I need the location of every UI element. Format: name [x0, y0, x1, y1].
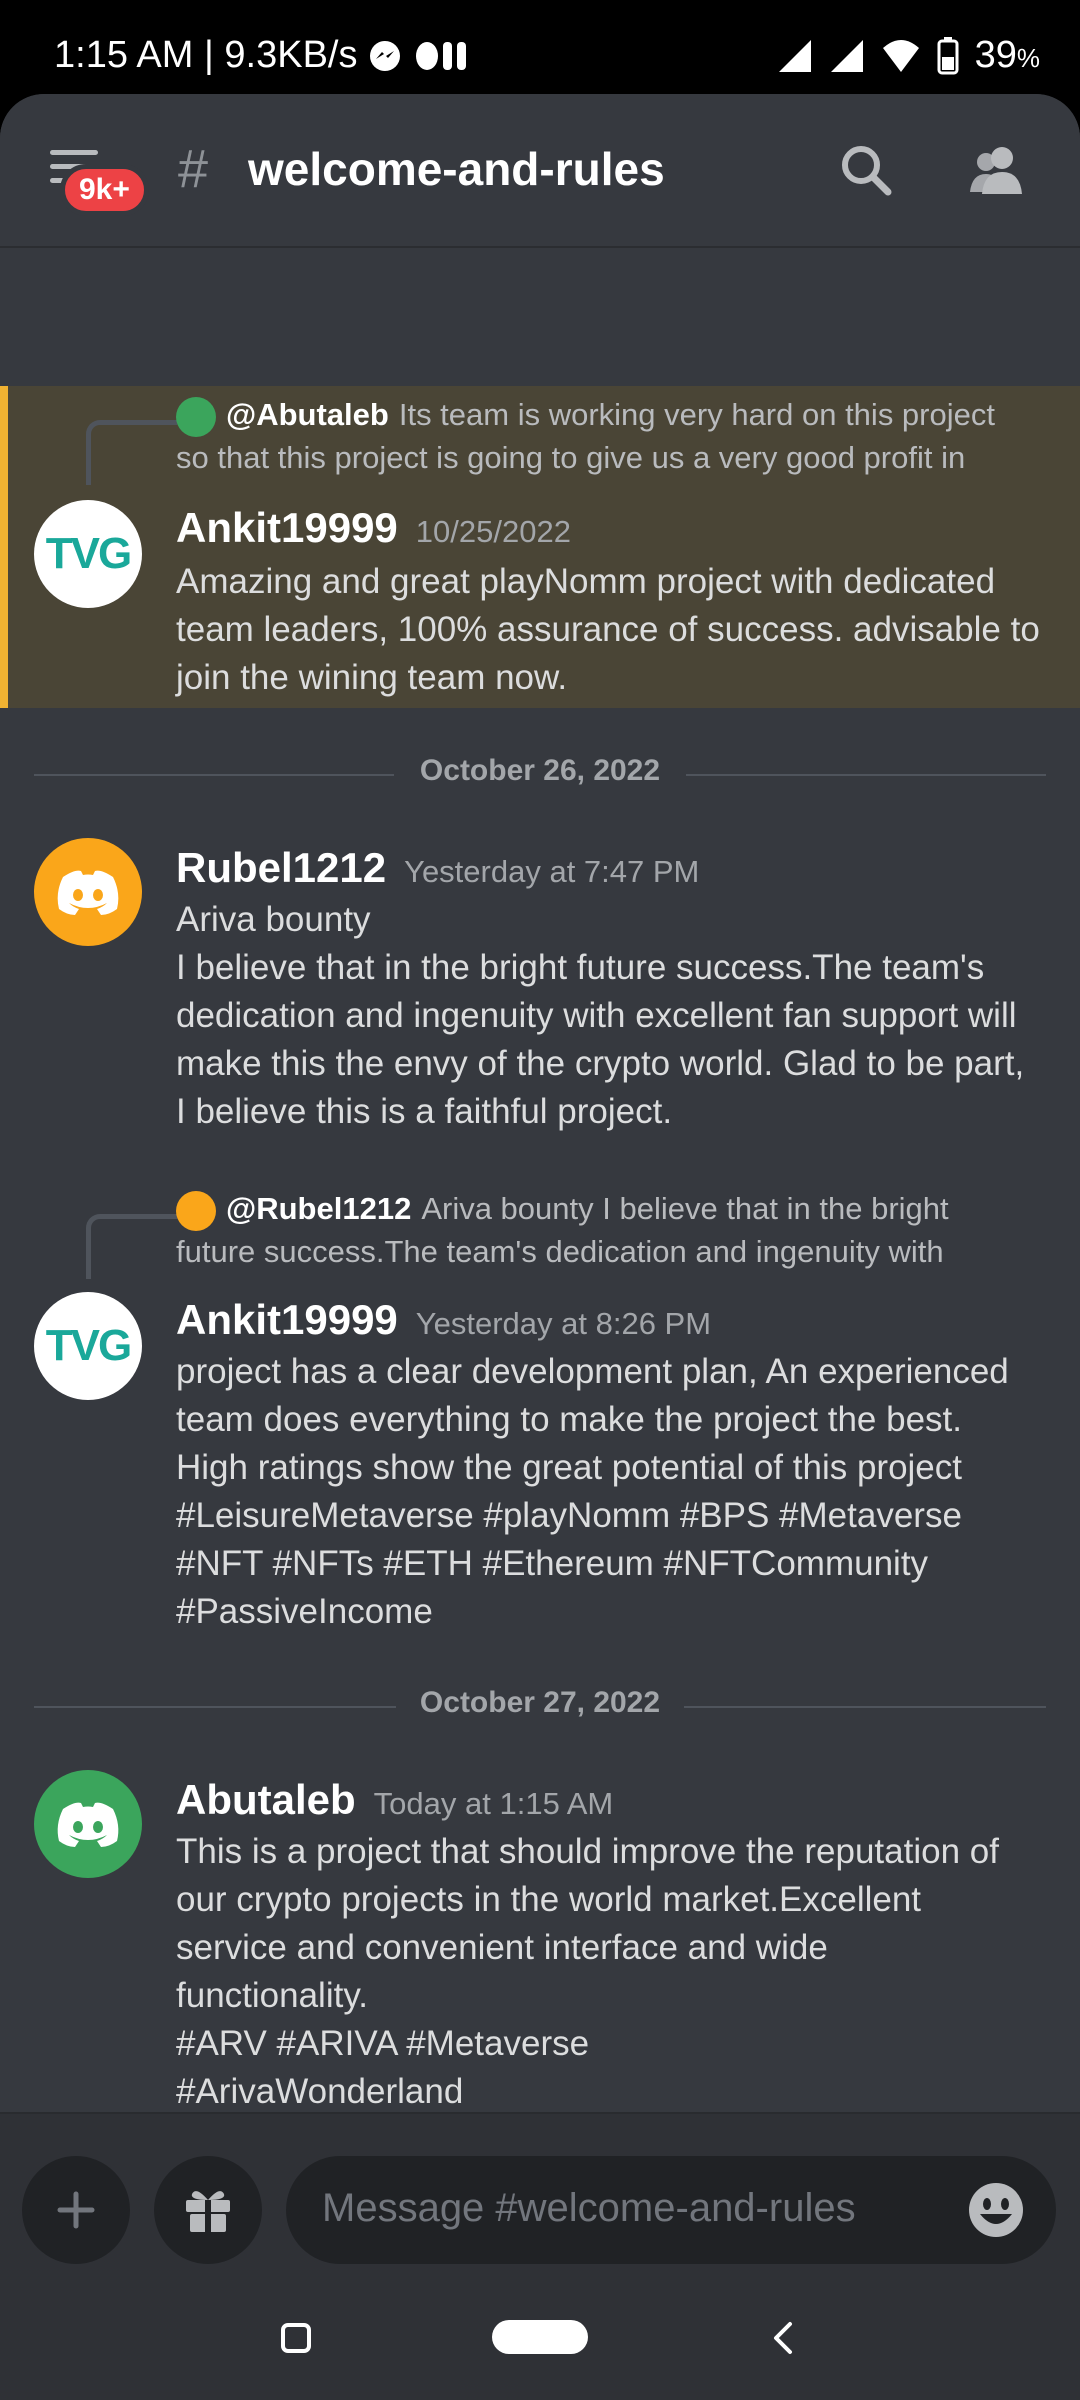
search-icon[interactable] [836, 140, 896, 200]
reply-mention: @Rubel1212 [226, 1191, 412, 1226]
discord-icon [57, 1802, 119, 1847]
message-line: Amazing and great playNomm project with … [176, 562, 996, 601]
message-list: @Abutaleb Its team is working very hard o… [0, 292, 1080, 2112]
date-divider-label: October 26, 2022 [419, 754, 661, 787]
reply-mention: @Abutaleb [226, 397, 389, 432]
reply-preview-line-1: Ariva bounty I believe that in the brigh… [421, 1191, 949, 1226]
message-timestamp: Today at 1:15 AM [373, 1786, 614, 1821]
battery-unit: % [1016, 43, 1040, 73]
message-body: This is a project that should improve th… [176, 1828, 1056, 2116]
android-nav-bar [0, 2272, 1080, 2400]
message-line: functionality. [176, 1976, 368, 2015]
message-line: Ariva bounty [176, 900, 371, 939]
battery-value: 39 [974, 34, 1017, 76]
message-line: make this the envy of the crypto world. … [176, 1044, 1025, 1083]
plus-icon [57, 2191, 95, 2229]
message-line: This is a project that should improve th… [176, 1832, 999, 1871]
status-right: 39% [777, 34, 1040, 77]
author-name[interactable]: Rubel1212 [176, 844, 386, 891]
status-time: 1:15 AM | 9.3KB/s [54, 34, 358, 76]
avatar[interactable]: TVG [34, 1292, 142, 1400]
status-bar: 1:15 AM | 9.3KB/s 39% [0, 0, 1080, 94]
home-pill-icon[interactable] [492, 2320, 588, 2354]
reply-preview-line-2: so that this project is going to give us… [176, 439, 966, 475]
add-attachment-button[interactable] [22, 2156, 130, 2264]
message-author-row: Ankit19999 Yesterday at 8:26 PM [176, 1296, 711, 1344]
message-line: #PassiveIncome [176, 1592, 433, 1631]
message-line: dedication and ingenuity with excellent … [176, 996, 1017, 1035]
reply-preview-line-2: future success.The team's dedication and… [176, 1233, 944, 1269]
battery-icon [937, 36, 959, 74]
date-divider-label: October 27, 2022 [419, 1686, 661, 1719]
message-line: team leaders, 100% assurance of success.… [176, 610, 1040, 649]
message-line: our crypto projects in the world market.… [176, 1880, 922, 1919]
signal-icon-2 [830, 39, 863, 72]
status-left: 1:15 AM | 9.3KB/s [54, 34, 469, 77]
discord-icon [176, 1190, 216, 1231]
message-line: I believe this is a faithful project. [176, 1092, 673, 1131]
battery-level: 39% [975, 34, 1040, 77]
message-line: #ARV #ARIVA #Metaverse [176, 2024, 590, 2063]
message-1[interactable]: @Abutaleb Its team is working very hard o… [0, 386, 1080, 708]
notification-dots-icon [416, 41, 467, 70]
author-name[interactable]: Ankit19999 [176, 504, 398, 551]
message-3[interactable]: @Rubel1212 Ariva bounty I believe that in… [0, 1180, 1080, 1631]
discord-icon [176, 396, 216, 437]
discord-app: 9k+ # welcome-and-rules @Abutaleb Its tea… [0, 94, 1080, 2400]
message-line: team does everything to make the project… [176, 1400, 962, 1439]
wifi-icon [882, 39, 919, 72]
message-line: join the wining team now. [176, 658, 568, 697]
message-timestamp: 10/25/2022 [415, 514, 571, 549]
message-author-row: Ankit19999 10/25/2022 [176, 504, 571, 552]
message-2[interactable]: Rubel1212 Yesterday at 7:47 PM Ariva boun… [0, 832, 1080, 1132]
messenger-icon [370, 40, 401, 71]
members-icon[interactable] [966, 140, 1026, 200]
message-body: Amazing and great playNomm project with … [176, 558, 1056, 702]
unread-badge: 9k+ [60, 164, 149, 216]
date-divider: October 27, 2022 [34, 1686, 1046, 1726]
avatar[interactable] [34, 1770, 142, 1878]
back-icon[interactable] [768, 2320, 798, 2356]
message-author-row: Abutaleb Today at 1:15 AM [176, 1776, 613, 1824]
message-line: #NFT #NFTs #ETH #Ethereum #NFTCommunity [176, 1544, 929, 1583]
message-4[interactable]: Abutaleb Today at 1:15 AM This is a proje… [0, 1768, 1080, 2111]
date-divider: October 26, 2022 [34, 754, 1046, 794]
avatar-text: TVG [45, 529, 132, 578]
message-timestamp: Yesterday at 7:47 PM [404, 854, 700, 889]
message-line: High ratings show the great potential of… [176, 1448, 962, 1487]
author-name[interactable]: Ankit19999 [176, 1296, 398, 1343]
message-author-row: Rubel1212 Yesterday at 7:47 PM [176, 844, 699, 892]
message-body: Ariva bounty I believe that in the brigh… [176, 896, 1056, 1136]
message-line: #ArivaWonderland [176, 2072, 464, 2111]
author-name[interactable]: Abutaleb [176, 1776, 356, 1823]
emoji-icon[interactable] [966, 2180, 1026, 2240]
reply-preview[interactable]: @Rubel1212 Ariva bounty I believe that in… [176, 1188, 1046, 1273]
message-composer: Message #welcome-and-rules [0, 2112, 1080, 2274]
reply-preview-line-1: Its team is working very hard on this pr… [398, 397, 995, 432]
channel-hash-icon: # [178, 139, 209, 199]
recent-apps-icon[interactable] [280, 2322, 312, 2354]
discord-icon [57, 870, 119, 915]
avatar-text: TVG [45, 1321, 132, 1370]
message-body: project has a clear development plan, An… [176, 1348, 1056, 1636]
message-line: #LeisureMetaverse #playNomm #BPS #Metave… [176, 1496, 962, 1535]
message-timestamp: Yesterday at 8:26 PM [415, 1306, 712, 1341]
reply-preview[interactable]: @Abutaleb Its team is working very hard o… [176, 394, 1046, 479]
reply-connector [86, 1214, 177, 1279]
reply-connector [86, 420, 177, 485]
gift-button[interactable] [154, 2156, 262, 2264]
channel-header: 9k+ # welcome-and-rules [0, 94, 1080, 248]
avatar[interactable] [34, 838, 142, 946]
avatar[interactable]: TVG [34, 500, 142, 608]
message-input-placeholder: Message #welcome-and-rules [322, 2186, 856, 2230]
message-input[interactable]: Message #welcome-and-rules [286, 2156, 1056, 2264]
message-line: project has a clear development plan, An… [176, 1352, 1009, 1391]
gift-icon [186, 2191, 230, 2232]
channel-title[interactable]: welcome-and-rules [248, 142, 665, 196]
signal-icon [778, 39, 811, 72]
message-line: service and convenient interface and wid… [176, 1928, 828, 1967]
message-line: I believe that in the bright future succ… [176, 948, 985, 987]
